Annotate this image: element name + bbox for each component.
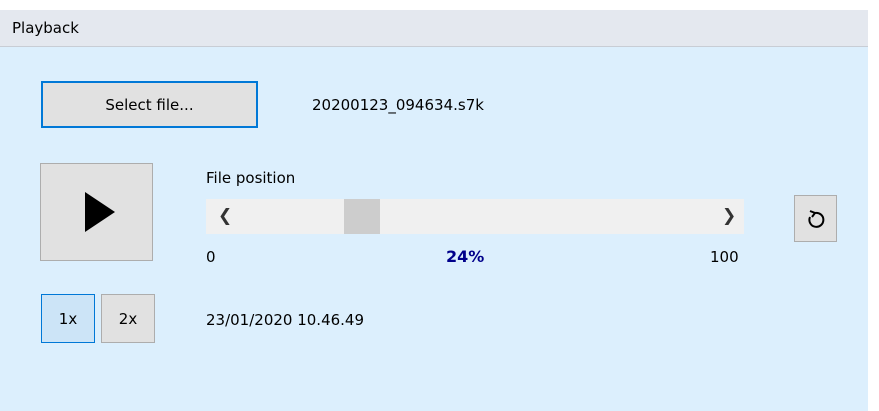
loop-icon (804, 207, 828, 231)
speed-1x-button[interactable]: 1x (41, 294, 95, 343)
scrollbar-thumb[interactable] (344, 199, 380, 234)
playback-timestamp: 23/01/2020 10.46.49 (206, 311, 365, 329)
play-button[interactable] (40, 163, 153, 261)
panel-title: Playback (12, 19, 79, 37)
file-position-scrollbar[interactable]: ❮ ❯ (206, 199, 744, 234)
loop-button[interactable] (794, 195, 837, 242)
position-min-label: 0 (206, 248, 216, 266)
speed-2x-button[interactable]: 2x (101, 294, 155, 343)
panel-header: Playback (0, 10, 868, 47)
position-max-label: 100 (710, 248, 739, 266)
filename-label: 20200123_094634.s7k (312, 96, 484, 114)
position-percent: 24% (446, 247, 485, 266)
play-icon (84, 192, 115, 232)
select-file-button[interactable]: Select file... (41, 81, 258, 128)
scroll-left-icon[interactable]: ❮ (218, 206, 232, 226)
playback-panel: Playback Select file... 20200123_094634.… (0, 0, 879, 411)
file-position-label: File position (206, 169, 296, 187)
scroll-right-icon[interactable]: ❯ (722, 206, 736, 226)
